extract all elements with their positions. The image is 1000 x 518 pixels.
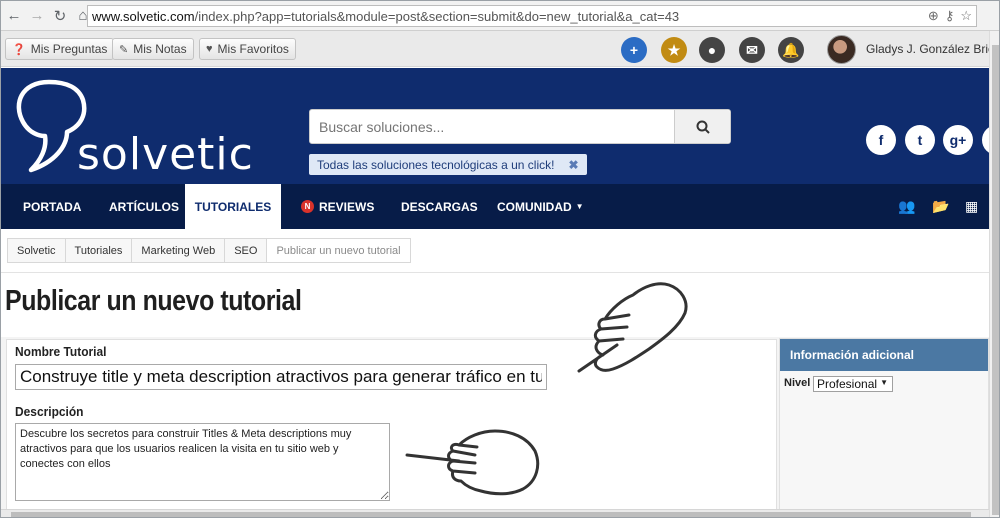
- nav-comunidad-label: COMUNIDAD: [497, 199, 572, 214]
- main-nav: PORTADA ARTÍCULOS TUTORIALES N REVIEWS DE…: [1, 184, 999, 229]
- breadcrumb: Solvetic Tutoriales Marketing Web SEO Pu…: [7, 238, 411, 263]
- mis-notas-button[interactable]: ✎ Mis Notas: [112, 38, 194, 60]
- omnibox-icons: ⊕ ⚷ ☆: [928, 8, 972, 24]
- folder-icon[interactable]: 📂: [932, 198, 949, 215]
- question-icon: ❓: [12, 43, 26, 56]
- solvetic-logo[interactable]: solvetic: [11, 78, 253, 180]
- key-icon[interactable]: ⚷: [945, 8, 955, 24]
- nivel-select[interactable]: Profesional ▼: [813, 376, 893, 392]
- bell-icon[interactable]: 🔔: [778, 37, 804, 63]
- horizontal-scroll-thumb[interactable]: [11, 512, 971, 517]
- nav-reviews-label: REVIEWS: [319, 199, 375, 214]
- bookmark-star-icon[interactable]: ☆: [960, 8, 972, 24]
- nav-portada-label: PORTADA: [23, 199, 82, 214]
- page-title: Publicar un nuevo tutorial: [5, 285, 302, 317]
- zoom-icon[interactable]: ⊕: [928, 8, 939, 24]
- twitter-icon[interactable]: t: [905, 125, 935, 155]
- breadcrumb-tutoriales[interactable]: Tutoriales: [66, 239, 133, 262]
- star-icon[interactable]: ★: [661, 37, 687, 63]
- search-icon: [696, 120, 710, 134]
- nav-descargas[interactable]: DESCARGAS: [401, 184, 478, 229]
- avatar[interactable]: [827, 35, 856, 64]
- reload-icon[interactable]: ↻: [50, 6, 70, 26]
- name-label: Nombre Tutorial: [15, 344, 107, 359]
- search-input[interactable]: [310, 110, 674, 143]
- heart-icon: ♥: [206, 43, 213, 55]
- horizontal-scrollbar[interactable]: [1, 509, 989, 517]
- breadcrumb-current: Publicar un nuevo tutorial: [267, 239, 410, 262]
- breadcrumb-solvetic[interactable]: Solvetic: [8, 239, 66, 262]
- browser-toolbar: ← → ↻ ⌂ www.solvetic.com/index.php?app=t…: [1, 1, 999, 31]
- url-domain: www.solvetic.com: [92, 8, 195, 24]
- pointing-hand-icon-2: [405, 429, 540, 496]
- additional-info-panel: Información adicional Nivel Profesional ▼: [779, 338, 989, 517]
- tagline-notice: Todas las soluciones tecnológicas a un c…: [309, 154, 587, 175]
- pointing-hand-icon: [577, 282, 688, 373]
- vertical-scroll-thumb[interactable]: [992, 45, 999, 515]
- breadcrumb-marketing-web[interactable]: Marketing Web: [132, 239, 226, 262]
- site-header: solvetic Todas las soluciones tecnológic…: [1, 68, 999, 184]
- additional-info-title: Información adicional: [780, 339, 988, 371]
- username[interactable]: Gladys J. González Brice: [866, 42, 999, 56]
- search-box[interactable]: [309, 109, 731, 144]
- breadcrumb-seo[interactable]: SEO: [225, 239, 268, 262]
- mis-preguntas-button[interactable]: ❓ Mis Preguntas: [5, 38, 115, 60]
- mail-icon[interactable]: ✉: [739, 37, 765, 63]
- forward-arrow-icon[interactable]: →: [27, 6, 47, 26]
- facebook-icon[interactable]: f: [866, 125, 896, 155]
- nav-reviews[interactable]: N REVIEWS: [301, 184, 374, 229]
- additional-info-body: [780, 371, 988, 517]
- users-icon[interactable]: 👥: [898, 198, 915, 215]
- browser-window: ← → ↻ ⌂ www.solvetic.com/index.php?app=t…: [0, 0, 1000, 518]
- url-path: /index.php?app=tutorials&module=post&sec…: [194, 8, 680, 24]
- nav-portada[interactable]: PORTADA: [23, 184, 81, 229]
- nav-tutoriales-label: TUTORIALES: [194, 199, 272, 214]
- nivel-selected-value: Profesional: [817, 377, 878, 391]
- search-button[interactable]: [674, 110, 730, 143]
- url-text[interactable]: www.solvetic.com/index.php?app=tutorials…: [92, 9, 679, 24]
- pencil-icon: ✎: [119, 43, 129, 56]
- description-label: Descripción: [15, 404, 84, 419]
- user-toolbar: ❓ Mis Preguntas ✎ Mis Notas ♥ Mis Favori…: [1, 31, 999, 67]
- address-bar[interactable]: www.solvetic.com/index.php?app=tutorials…: [87, 5, 977, 27]
- calendar-icon[interactable]: ▦: [965, 198, 978, 215]
- mis-favoritos-button[interactable]: ♥ Mis Favoritos: [199, 38, 296, 60]
- mis-preguntas-label: Mis Preguntas: [30, 42, 108, 56]
- tagline-text: Todas las soluciones tecnológicas a un c…: [317, 157, 555, 172]
- nav-descargas-label: DESCARGAS: [401, 199, 478, 214]
- vertical-scrollbar[interactable]: [989, 31, 999, 517]
- back-arrow-icon[interactable]: ←: [4, 6, 24, 26]
- mis-notas-label: Mis Notas: [133, 42, 187, 56]
- caret-down-icon: ▼: [575, 202, 584, 211]
- nivel-label: Nivel: [784, 377, 811, 389]
- nav-articulos-label: ARTÍCULOS: [109, 199, 179, 214]
- tutorial-name-input[interactable]: [15, 364, 547, 390]
- new-badge: N: [301, 200, 314, 213]
- close-icon[interactable]: ✖: [568, 158, 578, 172]
- logo-text: solvetic: [77, 129, 254, 180]
- nav-comunidad[interactable]: COMUNIDAD ▼: [497, 184, 584, 229]
- description-textarea[interactable]: Descubre los secretos para construir Tit…: [15, 423, 390, 501]
- nav-articulos[interactable]: ARTÍCULOS: [109, 184, 179, 229]
- google-plus-icon[interactable]: g+: [943, 125, 973, 155]
- mis-favoritos-label: Mis Favoritos: [217, 42, 289, 56]
- user-icon[interactable]: ●: [699, 37, 725, 63]
- dropdown-arrow-icon: ▼: [880, 378, 888, 387]
- nav-tutoriales[interactable]: TUTORIALES: [185, 184, 281, 229]
- breadcrumb-bar: Solvetic Tutoriales Marketing Web SEO Pu…: [1, 229, 999, 273]
- add-icon[interactable]: +: [621, 37, 647, 63]
